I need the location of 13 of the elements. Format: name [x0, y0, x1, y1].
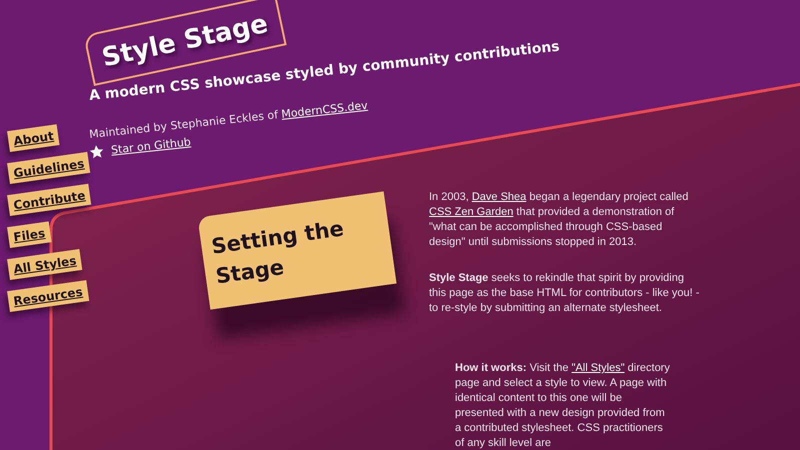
link[interactable]: "All Styles": [572, 362, 625, 374]
star-icon: [88, 144, 105, 160]
link[interactable]: ModernCSS.dev: [280, 98, 368, 121]
paragraph: In 2003, Dave Shea began a legendary project called CSS Zen Garden that provided a demonstration of "what can be accomplished through CSS-based design" until submissions stopped in 2013.: [429, 190, 690, 250]
link[interactable]: Dave Shea: [472, 191, 526, 203]
nav-link[interactable]: Guidelines: [7, 152, 90, 184]
github-star-link[interactable]: Star on Github: [110, 135, 192, 157]
link[interactable]: CSS Zen Garden: [429, 206, 514, 218]
paragraph: How it works: Visit the "All Styles" directory page and select a style to view. A page with identical content to this one will be presented with a new design provided from a contributed stylesheet. CSS practitioners of any skill level are: [455, 361, 670, 450]
nav-link[interactable]: Contribute: [7, 184, 92, 216]
nav-link[interactable]: About: [7, 124, 60, 152]
paragraph: Style Stage seeks to rekindle that spirit by providing this page as the base HTML for contributors - like you! - to re-style by submitting an alternate stylesheet.: [429, 271, 700, 316]
nav-link[interactable]: Files: [7, 221, 52, 248]
